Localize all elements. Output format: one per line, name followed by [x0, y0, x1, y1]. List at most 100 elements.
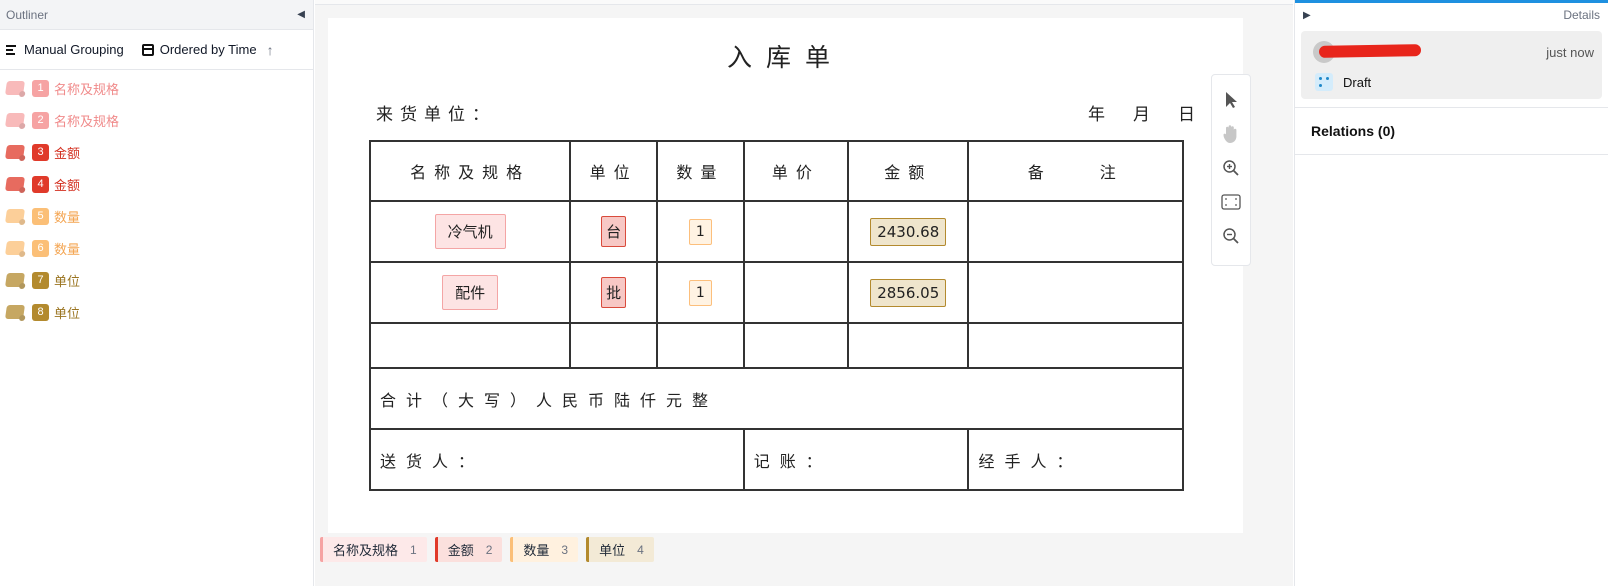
- remark-cell: [967, 261, 1184, 324]
- unit-cell: 台: [569, 200, 658, 263]
- name-cell: 冷气机: [368, 200, 572, 263]
- outline-item[interactable]: 8 单位: [0, 296, 313, 328]
- legend-count: 2: [485, 542, 493, 557]
- zoom-in-icon[interactable]: [1219, 157, 1243, 179]
- amount-cell: 2430.68: [846, 200, 970, 263]
- legend-label: 名称及规格: [333, 543, 399, 558]
- manual-grouping-button[interactable]: Manual Grouping: [6, 42, 124, 57]
- empty-cell: [655, 322, 745, 369]
- total-cell: 合计（大写）人民币陆仟元整: [369, 367, 1184, 430]
- total-row: 合计（大写）人民币陆仟元整: [369, 367, 1184, 430]
- header-cell: 金额: [846, 140, 970, 202]
- legend-label: 金额: [447, 543, 474, 558]
- item-number-badge: 5: [32, 207, 49, 225]
- ordered-by-time-button[interactable]: Ordered by Time ↑: [141, 42, 274, 58]
- select-pointer-icon[interactable]: [1219, 89, 1243, 111]
- empty-cell: [846, 322, 970, 369]
- canvas-toolbar: [1211, 74, 1251, 266]
- collapse-left-icon[interactable]: ◀: [297, 9, 305, 20]
- date-line: 年 月 日: [1088, 100, 1195, 125]
- outliner-title: Outliner: [6, 7, 49, 22]
- outline-item[interactable]: 2 名称及规格: [0, 104, 313, 136]
- outline-item-label: 数量: [54, 241, 81, 257]
- legend-label: 数量: [523, 543, 550, 558]
- relations-label: Relations (0): [1311, 123, 1396, 139]
- header-cell: 数量: [655, 140, 745, 202]
- table-header-row: 名称及规格 单位 数量 单价 金额 备 注: [368, 140, 1184, 202]
- annotation-unit-box[interactable]: 批: [601, 277, 627, 308]
- outline-item[interactable]: 1 名称及规格: [0, 72, 313, 104]
- outline-item-label: 单位: [54, 273, 81, 289]
- hand-pan-icon[interactable]: [1219, 123, 1243, 145]
- annotation-card[interactable]: just now Draft: [1301, 31, 1602, 99]
- annotation-timestamp: just now: [1546, 45, 1594, 60]
- remark-cell: [967, 200, 1184, 263]
- tag-icon: [5, 113, 25, 127]
- sort-ascending-icon[interactable]: ↑: [267, 42, 274, 58]
- fit-to-screen-icon[interactable]: [1219, 191, 1243, 213]
- outline-item[interactable]: 6 数量: [0, 232, 313, 264]
- annotation-qty-box[interactable]: 1: [688, 218, 712, 245]
- draft-status: Draft: [1315, 73, 1371, 91]
- item-number-badge: 7: [32, 271, 49, 289]
- item-number-badge: 8: [32, 303, 49, 321]
- annotation-qty-box[interactable]: 1: [688, 279, 712, 306]
- table-row: 冷气机 台 1 2430.68: [368, 200, 1184, 263]
- details-title: Details: [1563, 8, 1600, 22]
- zoom-out-icon[interactable]: [1219, 225, 1243, 247]
- item-number-badge: 6: [32, 239, 49, 257]
- legend-count: 4: [637, 542, 644, 557]
- amount-cell: 2856.05: [846, 261, 970, 324]
- outline-item-label: 名称及规格: [54, 113, 120, 129]
- annotation-amount-box[interactable]: 2430.68: [870, 217, 947, 246]
- relations-section[interactable]: Relations (0): [1295, 107, 1608, 155]
- label-legend: 名称及规格 1 金额 2 数量 3 单位 4: [320, 537, 654, 562]
- expand-right-icon[interactable]: ▶: [1303, 10, 1311, 21]
- legend-chip[interactable]: 单位 4: [586, 537, 654, 562]
- outline-item-label: 名称及规格: [54, 81, 120, 97]
- price-cell: [742, 200, 849, 263]
- legend-chip[interactable]: 名称及规格 1: [320, 537, 427, 562]
- annotation-name-box[interactable]: 冷气机: [434, 214, 506, 249]
- document-title: 入库单: [726, 43, 844, 72]
- canvas-area: 入库单 来货单位： 年 月 日 名称及规格 单位 数量 单价 金额 备 注 冷气…: [315, 0, 1293, 586]
- date-day: 日: [1178, 105, 1195, 125]
- receipt-table: 名称及规格 单位 数量 单价 金额 备 注 冷气机 台 1 2430.68 配件: [368, 140, 1184, 491]
- details-panel: ▶ Details just now Draft Relations (0): [1294, 0, 1608, 586]
- tag-icon: [5, 81, 25, 95]
- outliner-header: Outliner ◀: [0, 0, 313, 30]
- legend-label: 单位: [599, 543, 626, 558]
- bookkeeper-cell: 记账：: [742, 428, 970, 491]
- legend-chip[interactable]: 数量 3: [510, 537, 579, 562]
- signature-row: 送货人： 记账： 经手人：: [369, 428, 1184, 491]
- tag-icon: [5, 273, 25, 287]
- header-cell: 单位: [569, 140, 658, 202]
- tag-icon: [5, 305, 25, 319]
- empty-cell: [569, 322, 658, 369]
- redacted-username: [1318, 44, 1422, 58]
- name-cell: 配件: [368, 261, 572, 324]
- table-row-empty: [368, 322, 1184, 369]
- unit-cell: 批: [569, 261, 658, 324]
- outline-item-label: 数量: [54, 209, 81, 225]
- legend-count: 3: [561, 542, 569, 557]
- outline-item[interactable]: 3 金额: [0, 136, 313, 168]
- manual-grouping-label: Manual Grouping: [24, 42, 124, 57]
- price-cell: [742, 261, 849, 324]
- outline-item[interactable]: 5 数量: [0, 200, 313, 232]
- list-icon: [6, 44, 18, 55]
- outliner-panel: Outliner ◀ Manual Grouping Ordered by Ti…: [0, 0, 314, 586]
- annotation-amount-box[interactable]: 2856.05: [870, 278, 947, 307]
- qty-cell: 1: [655, 200, 745, 263]
- tag-icon: [5, 209, 25, 223]
- annotation-name-box[interactable]: 配件: [442, 275, 499, 310]
- outline-item[interactable]: 7 单位: [0, 264, 313, 296]
- outline-item[interactable]: 4 金额: [0, 168, 313, 200]
- legend-chip[interactable]: 金额 2: [434, 537, 503, 562]
- header-cell: 单价: [742, 140, 849, 202]
- deliverer-cell: 送货人：: [369, 428, 745, 491]
- item-number-badge: 2: [32, 111, 49, 129]
- annotation-unit-box[interactable]: 台: [601, 216, 627, 247]
- document-page: 入库单 来货单位： 年 月 日 名称及规格 单位 数量 单价 金额 备 注 冷气…: [328, 18, 1243, 533]
- empty-cell: [967, 322, 1184, 369]
